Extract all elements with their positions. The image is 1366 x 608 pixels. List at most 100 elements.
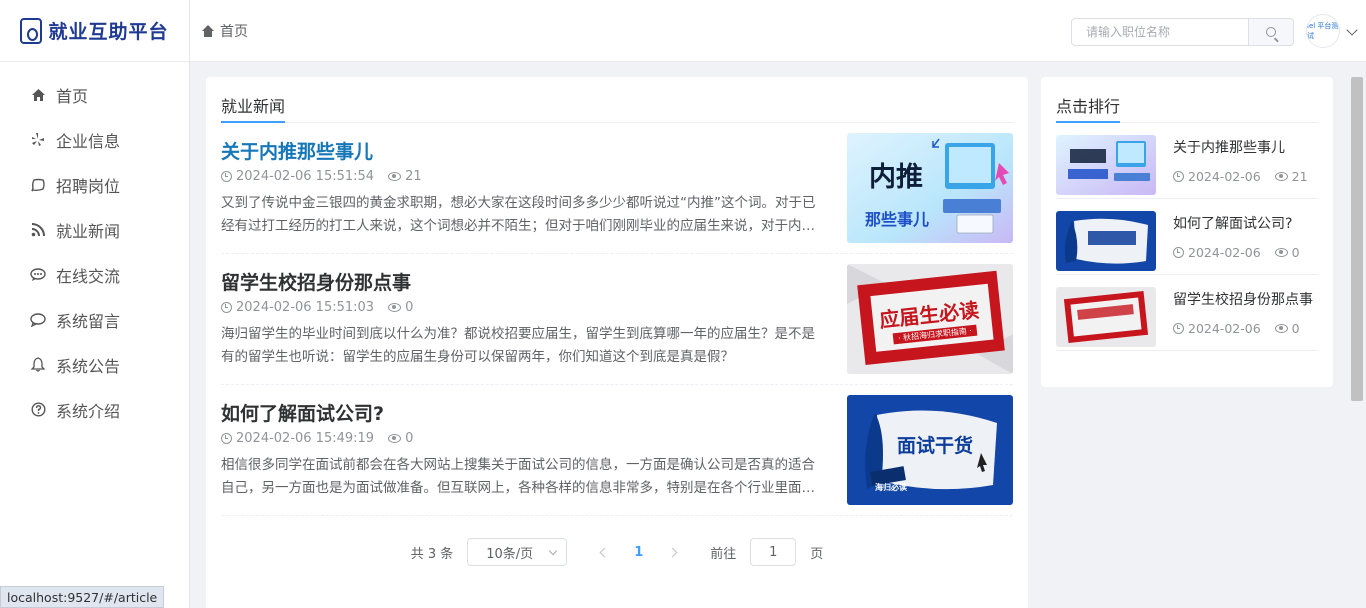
article-thumbnail[interactable]: 内推 那些事儿: [847, 133, 1013, 243]
sidebar-item-messages[interactable]: 系统留言: [0, 297, 189, 342]
clock-icon: [1173, 171, 1184, 182]
article-title[interactable]: 如何了解面试公司?: [221, 399, 827, 425]
article-summary: 又到了传说中金三银四的黄金求职期，想必大家在这段时间多多少少都听说过“内推”这个…: [221, 195, 816, 234]
list-item[interactable]: 如何了解面试公司? 2024-02-06 15:49:19 0 相信很多同学在面…: [221, 385, 1013, 516]
article-meta: 2024-02-06 15:51:54 21: [221, 169, 827, 184]
thumbnail-sub-text: 那些事儿: [865, 210, 930, 229]
logo-text: 就业互助平台: [48, 21, 169, 43]
article-meta: 2024-02-06 15:51:03 0: [221, 300, 827, 315]
sidebar-item-jobs[interactable]: 招聘岗位: [0, 162, 189, 207]
article-views: 0: [405, 300, 414, 315]
home-icon: [30, 87, 46, 103]
article-text: 留学生校招身份那点事 2024-02-06 15:51:03 0 海归留学生的毕…: [221, 264, 827, 384]
avatar[interactable]: lel 平台测试: [1306, 14, 1340, 48]
page-size-value: 10条/页: [486, 546, 534, 562]
news-card: 就业新闻 关于内推那些事儿 2024-02-06 15:51:54 21 又到了…: [206, 77, 1028, 608]
ranking-info: 关于内推那些事儿 2024-02-06 21: [1173, 135, 1308, 198]
comment-dots-icon: [30, 267, 46, 283]
sidebar-item-label: 招聘岗位: [56, 176, 121, 196]
ranking-item-title[interactable]: 如何了解面试公司?: [1173, 213, 1300, 233]
sidebar: 就业互助平台 首页 企业信息 招聘岗位 就业新闻 在线交流 系统留言 系统公告 …: [0, 0, 190, 608]
sidebar-item-about[interactable]: 系统介绍: [0, 387, 189, 432]
scrollbar[interactable]: [1351, 77, 1363, 401]
ranking-title: 点击排行: [1056, 93, 1121, 123]
rss-icon: [30, 222, 46, 238]
sidebar-item-label: 首页: [56, 86, 89, 106]
sidebar-item-notices[interactable]: 系统公告: [0, 342, 189, 387]
section-title: 就业新闻: [221, 93, 286, 123]
ranking-thumbnail[interactable]: [1056, 135, 1156, 195]
chevron-down-icon: [548, 546, 558, 555]
question-circle-icon: [30, 402, 46, 418]
ranking-item-title[interactable]: 关于内推那些事儿: [1173, 137, 1308, 157]
ranking-meta: 2024-02-06 0: [1173, 321, 1313, 336]
chat-bubble-icon: [30, 177, 46, 193]
home-icon: [202, 24, 214, 37]
goto-page-value: 1: [769, 544, 778, 560]
goto-label: 前往: [710, 546, 737, 562]
eye-icon: [388, 303, 402, 312]
page-size-select[interactable]: 10条/页: [467, 538, 568, 566]
clock-icon: [221, 171, 232, 182]
list-item[interactable]: 留学生校招身份那点事 2024-02-06 15:51:03 0 海归留学生的毕…: [221, 254, 1013, 385]
avatar-text: lel 平台测试: [1307, 22, 1339, 40]
ranking-thumbnail[interactable]: [1056, 287, 1156, 347]
article-date: 2024-02-06 15:51:03: [236, 300, 375, 315]
ranking-item[interactable]: 留学生校招身份那点事 2024-02-06 0: [1056, 275, 1318, 351]
ranking-item-title[interactable]: 留学生校招身份那点事: [1173, 289, 1313, 309]
sidebar-item-chat[interactable]: 在线交流: [0, 252, 189, 297]
top-header: 首页 lel 平台测试: [190, 0, 1366, 62]
ranking-meta: 2024-02-06 0: [1173, 245, 1300, 260]
search-button[interactable]: [1249, 18, 1294, 46]
page-number[interactable]: 1: [634, 545, 643, 560]
sidebar-item-news[interactable]: 就业新闻: [0, 207, 189, 252]
article-title[interactable]: 留学生校招身份那点事: [221, 268, 827, 294]
next-page-button[interactable]: [667, 547, 678, 557]
article-text: 关于内推那些事儿 2024-02-06 15:51:54 21 又到了传说中金三…: [221, 133, 827, 253]
eye-icon: [388, 172, 402, 181]
ranking-date: 2024-02-06: [1188, 245, 1261, 260]
yelp-icon: [30, 132, 46, 148]
thumbnail-main-text: 面试干货: [897, 435, 974, 457]
article-text: 如何了解面试公司? 2024-02-06 15:49:19 0 相信很多同学在面…: [221, 395, 827, 515]
chevron-down-icon[interactable]: [1346, 24, 1358, 36]
ranking-info: 如何了解面试公司? 2024-02-06 0: [1173, 211, 1300, 274]
eye-icon: [388, 434, 402, 443]
logo[interactable]: 就业互助平台: [0, 0, 189, 62]
clock-icon: [1173, 323, 1184, 334]
breadcrumb: 首页: [202, 21, 248, 41]
pagination: 共 3 条 10条/页 1 前往 1 页: [221, 538, 1013, 566]
status-url: localhost:9527/#/article: [0, 586, 165, 608]
sidebar-item-label: 系统介绍: [56, 401, 121, 421]
ranking-item[interactable]: 关于内推那些事儿 2024-02-06 21: [1056, 123, 1318, 199]
ranking-info: 留学生校招身份那点事 2024-02-06 0: [1173, 287, 1313, 350]
prev-page-button[interactable]: [599, 547, 610, 557]
sidebar-item-home[interactable]: 首页: [0, 72, 189, 117]
sidebar-item-label: 企业信息: [56, 131, 121, 151]
article-views: 0: [405, 431, 414, 446]
goto-page-input[interactable]: 1: [750, 538, 797, 566]
logo-icon: [20, 17, 43, 44]
search-input[interactable]: [1071, 18, 1249, 46]
list-item[interactable]: 关于内推那些事儿 2024-02-06 15:51:54 21 又到了传说中金三…: [221, 123, 1013, 254]
article-summary: 海归留学生的毕业时间到底以什么为准？都说校招要应届生，留学生到底算哪一年的应届生…: [221, 326, 815, 365]
ranking-thumbnail[interactable]: [1056, 211, 1156, 271]
article-thumbnail[interactable]: 面试干货 海归必读: [847, 395, 1013, 505]
sidebar-item-label: 在线交流: [56, 266, 121, 286]
article-title[interactable]: 关于内推那些事儿: [221, 137, 827, 163]
ranking-item[interactable]: 如何了解面试公司? 2024-02-06 0: [1056, 199, 1318, 275]
sidebar-item-companies[interactable]: 企业信息: [0, 117, 189, 162]
eye-icon: [1274, 172, 1288, 181]
goto-suffix: 页: [810, 546, 824, 562]
clock-icon: [1173, 247, 1184, 258]
ranking-views: 21: [1291, 169, 1308, 184]
job-search: [1071, 18, 1294, 46]
sidebar-menu: 首页 企业信息 招聘岗位 就业新闻 在线交流 系统留言 系统公告 系统介绍: [0, 62, 189, 432]
clock-icon: [221, 433, 232, 444]
eye-icon: [1274, 324, 1288, 333]
article-thumbnail[interactable]: 应届生必读 · 秋招海归求职指南 ·: [847, 264, 1013, 374]
sidebar-item-label: 系统公告: [56, 356, 121, 376]
breadcrumb-home[interactable]: 首页: [220, 21, 248, 41]
article-date: 2024-02-06 15:49:19: [236, 431, 375, 446]
ranking-card: 点击排行 关于内推那些事儿 2024-02-06 21 如何了解面试公司? 20…: [1041, 77, 1333, 387]
